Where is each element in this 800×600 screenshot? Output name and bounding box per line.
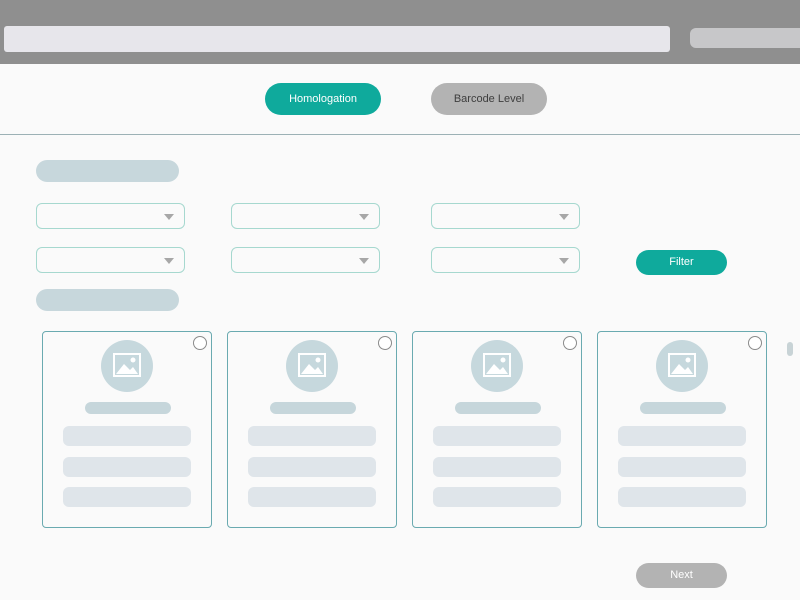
card-line-placeholder (618, 487, 746, 507)
card-line-placeholder (433, 487, 561, 507)
select-radio[interactable] (748, 336, 762, 350)
card-title-placeholder (270, 402, 356, 414)
filters-section-label (36, 160, 179, 182)
card-line-placeholder (618, 426, 746, 446)
chevron-down-icon (164, 258, 174, 264)
product-card[interactable] (597, 331, 767, 528)
image-icon (483, 353, 511, 377)
card-title-placeholder (85, 402, 171, 414)
card-line-placeholder (248, 426, 376, 446)
image-placeholder (286, 340, 338, 392)
filter-dropdown-1[interactable] (36, 203, 185, 229)
scrollbar-thumb[interactable] (787, 342, 793, 356)
top-bar (0, 0, 800, 64)
chevron-down-icon (359, 214, 369, 220)
image-placeholder (656, 340, 708, 392)
tab-homologation[interactable]: Homologation (265, 83, 381, 115)
select-radio[interactable] (193, 336, 207, 350)
top-right-control[interactable] (690, 28, 800, 48)
chevron-down-icon (559, 258, 569, 264)
card-title-placeholder (640, 402, 726, 414)
chevron-down-icon (164, 214, 174, 220)
card-line-placeholder (248, 487, 376, 507)
chevron-down-icon (359, 258, 369, 264)
tabs-divider (0, 134, 800, 135)
card-line-placeholder (63, 487, 191, 507)
product-card[interactable] (227, 331, 397, 528)
card-line-placeholder (248, 457, 376, 477)
filter-dropdown-6[interactable] (431, 247, 580, 273)
address-bar[interactable] (4, 26, 670, 52)
image-icon (298, 353, 326, 377)
card-line-placeholder (618, 457, 746, 477)
image-icon (668, 353, 696, 377)
filter-dropdown-3[interactable] (431, 203, 580, 229)
image-icon (113, 353, 141, 377)
filter-dropdown-2[interactable] (231, 203, 380, 229)
card-line-placeholder (433, 426, 561, 446)
filter-dropdown-5[interactable] (231, 247, 380, 273)
image-placeholder (471, 340, 523, 392)
chevron-down-icon (559, 214, 569, 220)
card-title-placeholder (455, 402, 541, 414)
select-radio[interactable] (378, 336, 392, 350)
image-placeholder (101, 340, 153, 392)
tab-barcode-level[interactable]: Barcode Level (431, 83, 547, 115)
next-button[interactable]: Next (636, 563, 727, 588)
filter-dropdown-4[interactable] (36, 247, 185, 273)
product-card[interactable] (42, 331, 212, 528)
card-line-placeholder (63, 426, 191, 446)
filter-button[interactable]: Filter (636, 250, 727, 275)
product-card[interactable] (412, 331, 582, 528)
results-section-label (36, 289, 179, 311)
select-radio[interactable] (563, 336, 577, 350)
card-line-placeholder (63, 457, 191, 477)
card-line-placeholder (433, 457, 561, 477)
